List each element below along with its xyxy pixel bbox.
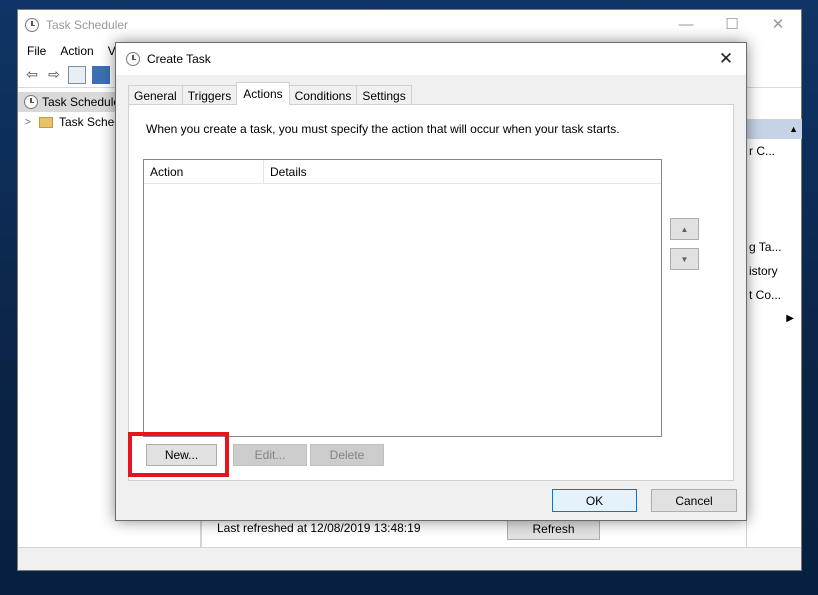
create-task-dialog: Create Task ✕ General Triggers Actions C… xyxy=(115,42,747,521)
submenu-arrow-icon[interactable]: ▶ xyxy=(747,307,802,331)
edit-action-button[interactable]: Edit... xyxy=(233,444,307,466)
chevron-right-icon[interactable]: > xyxy=(25,117,39,128)
folder-icon xyxy=(39,116,53,128)
column-header-details[interactable]: Details xyxy=(264,160,661,184)
tree-item-label: Task Scheduler xyxy=(42,95,125,109)
actions-pane-spacer xyxy=(747,187,802,211)
dialog-title: Create Task xyxy=(147,52,211,66)
refresh-button[interactable]: Refresh xyxy=(507,518,600,540)
actions-pane-item[interactable]: istory xyxy=(747,259,802,283)
actions-pane-spacer xyxy=(747,163,802,187)
minimize-button[interactable]: — xyxy=(663,10,709,40)
actions-pane: ▲ r C... g Ta... istory t Co... ▶ xyxy=(746,119,802,547)
delete-action-button[interactable]: Delete xyxy=(310,444,384,466)
tab-conditions[interactable]: Conditions xyxy=(288,85,358,105)
list-header: Action Details xyxy=(144,160,661,184)
clock-icon xyxy=(24,95,38,109)
tab-triggers[interactable]: Triggers xyxy=(181,85,238,105)
tab-actions[interactable]: Actions xyxy=(236,82,290,105)
collapse-up-icon[interactable]: ▲ xyxy=(789,124,798,134)
tree-item-label: Task Sched xyxy=(59,115,122,129)
ok-button[interactable]: OK xyxy=(552,489,637,512)
task-scheduler-title: Task Scheduler xyxy=(46,18,129,32)
menu-file[interactable]: File xyxy=(27,44,46,58)
dialog-close-button[interactable]: ✕ xyxy=(706,43,746,75)
tab-settings[interactable]: Settings xyxy=(356,85,412,105)
instruction-text: When you create a task, you must specify… xyxy=(146,122,620,136)
tab-strip: General Triggers Actions Conditions Sett… xyxy=(128,82,412,105)
cancel-button[interactable]: Cancel xyxy=(651,489,737,512)
tab-general[interactable]: General xyxy=(128,85,183,105)
actions-pane-item[interactable]: r C... xyxy=(747,139,802,163)
actions-tab-panel: When you create a task, you must specify… xyxy=(128,104,734,481)
task-scheduler-title-bar: Task Scheduler — ☐ ✕ xyxy=(18,10,801,40)
clock-icon xyxy=(25,18,39,32)
close-button[interactable]: ✕ xyxy=(755,10,801,40)
actions-pane-spacer xyxy=(747,211,802,235)
move-up-button[interactable]: ▲ xyxy=(670,218,699,240)
maximize-button[interactable]: ☐ xyxy=(709,10,755,40)
calendar-icon[interactable] xyxy=(68,65,86,84)
new-action-button[interactable]: New... xyxy=(146,444,217,466)
actions-pane-header[interactable]: ▲ xyxy=(747,119,802,139)
actions-pane-item[interactable]: g Ta... xyxy=(747,235,802,259)
menu-action[interactable]: Action xyxy=(60,44,93,58)
actions-pane-item[interactable]: t Co... xyxy=(747,283,802,307)
column-header-action[interactable]: Action xyxy=(144,160,264,184)
back-arrow-icon[interactable]: ⇦ xyxy=(24,66,40,83)
clock-icon xyxy=(126,52,140,66)
last-refreshed-text: Last refreshed at 12/08/2019 13:48:19 xyxy=(217,521,421,535)
move-down-button[interactable]: ▼ xyxy=(670,248,699,270)
status-bar xyxy=(18,547,801,570)
dialog-title-bar: Create Task ✕ xyxy=(116,43,746,75)
actions-list[interactable]: Action Details xyxy=(143,159,662,437)
help-icon[interactable] xyxy=(92,65,110,84)
forward-arrow-icon[interactable]: ⇨ xyxy=(46,66,62,83)
